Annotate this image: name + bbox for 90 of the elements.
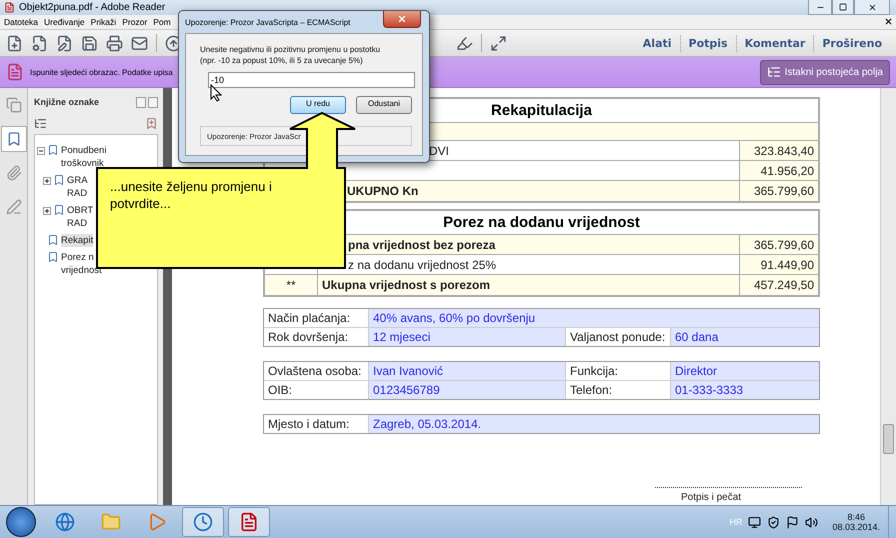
highlight-fields-button[interactable]: Istakni postojeća polja — [760, 60, 890, 84]
globe-icon — [55, 512, 75, 532]
edit-icon[interactable] — [56, 34, 73, 52]
signature-label: Potpis i pečat — [681, 492, 742, 503]
form-field[interactable]: 12 mjeseci — [369, 328, 566, 346]
bookmark-icon — [6, 131, 22, 147]
bookmark-icon — [53, 174, 65, 186]
options-icon[interactable] — [34, 116, 47, 130]
panel-title: Knjižne oznake — [34, 97, 100, 107]
bookmark-item[interactable]: Ponudbeni troškovnik — [61, 144, 106, 170]
close-button[interactable] — [383, 11, 421, 28]
form-field[interactable]: Direktor — [671, 362, 819, 380]
window-title: Objekt2puna.pdf - Adobe Reader — [19, 2, 166, 13]
bookmark-icon — [47, 251, 59, 263]
pages-icon — [6, 97, 22, 113]
bookmark-item[interactable]: GRA RAD — [67, 174, 88, 200]
clock-time: 8:46 — [847, 512, 865, 522]
bookmark-item[interactable]: Porez n vrijednost — [61, 251, 102, 277]
print-icon[interactable] — [106, 34, 123, 52]
paperclip-icon — [6, 165, 22, 181]
save-icon[interactable] — [81, 34, 98, 52]
form-icon — [6, 63, 24, 81]
close-icon — [397, 14, 407, 24]
menu-item[interactable]: Prozor — [122, 17, 148, 27]
file-icon[interactable] — [6, 34, 23, 52]
table-cell: 457.249,50 — [740, 275, 818, 295]
clock-date: 08.03.2014. — [832, 522, 880, 532]
form-field[interactable]: 0123456789 — [369, 381, 566, 399]
callout-text: ...unesite željenu promjenu i potvrdite... — [110, 178, 273, 212]
bookmark-icon — [47, 144, 59, 156]
dialog-title: Upozorenje: Prozor JavaScripta – ECMAScript — [185, 18, 350, 26]
menu-item[interactable]: Prikaži — [90, 17, 116, 27]
table-cell: 323.843,40 — [740, 141, 818, 160]
pdf-icon — [4, 2, 15, 13]
close-button[interactable] — [854, 0, 890, 15]
collapse-button[interactable] — [136, 96, 146, 108]
sidebar-tab[interactable] — [0, 126, 26, 152]
highlighter-icon[interactable] — [456, 34, 473, 52]
close-icon[interactable] — [884, 17, 893, 26]
restore-button[interactable] — [832, 0, 854, 15]
list-icon — [766, 65, 781, 79]
menu-item[interactable]: Pom — [153, 17, 171, 27]
bookmark-icon — [53, 204, 65, 216]
form-field[interactable]: Ivan Ivanović — [369, 362, 566, 380]
table-cell: Ukupna vrijednost s porezom — [318, 275, 740, 295]
pen-icon — [6, 199, 22, 215]
table-cell: 41.956,20 — [740, 161, 818, 180]
toolbar-tab[interactable]: Prošireno — [813, 34, 890, 52]
mail-icon[interactable] — [131, 34, 148, 52]
collapse-icon[interactable] — [37, 147, 45, 155]
file-icon[interactable] — [31, 34, 48, 52]
form-message: Ispunite sljedeći obrazac. Podatke upisa — [30, 68, 173, 76]
arrow-button[interactable] — [148, 96, 158, 108]
expand-icon[interactable] — [43, 177, 51, 185]
form-field[interactable]: 60 dana — [671, 328, 819, 346]
toolbar-tab[interactable]: Alati — [634, 34, 680, 52]
scrollbar[interactable] — [880, 88, 896, 505]
close-icon — [868, 2, 876, 12]
flag-icon[interactable] — [786, 516, 800, 528]
form-field[interactable]: 01-333-3333 — [671, 381, 819, 399]
expand-icon[interactable] — [43, 207, 51, 215]
expand-icon[interactable] — [490, 34, 507, 52]
form-field[interactable]: 40% avans, 60% po dovršenju — [369, 309, 819, 327]
taskbar-app[interactable] — [182, 507, 224, 537]
taskbar-app[interactable] — [228, 507, 270, 537]
table-cell: ** — [265, 275, 318, 295]
cursor-icon — [210, 84, 222, 102]
bookmark-icon — [47, 234, 59, 246]
dialog-message: Unesite negativnu ili pozitivnu promjenu u postotku (npr. -10 za popust 10%, ili 5 za uvecanje 5%) — [200, 44, 382, 66]
document-icon — [239, 512, 259, 532]
volume-icon[interactable] — [805, 516, 818, 528]
cancel-button[interactable]: Odustani — [356, 96, 412, 114]
toolbar-tab[interactable]: Potpis — [680, 34, 736, 52]
table-cell: 365.799,60 — [740, 181, 818, 201]
folder-icon — [101, 512, 121, 532]
bookmark-item[interactable]: Rekapit — [61, 234, 94, 247]
table-cell: 91.449,90 — [740, 255, 818, 274]
ok-button[interactable]: U redu — [290, 96, 346, 114]
table-cell: 365.799,60 — [740, 235, 818, 254]
new-bookmark-icon[interactable] — [145, 116, 158, 130]
bookmark-item[interactable]: OBRT RAD — [67, 204, 94, 230]
menu-item[interactable]: Uređivanje — [44, 17, 85, 27]
shield-icon[interactable] — [767, 516, 780, 528]
menu-item[interactable]: Datoteka — [4, 17, 38, 27]
toolbar-tab[interactable]: Komentar — [736, 34, 814, 52]
input-field[interactable]: -10 — [208, 72, 415, 88]
restore-icon — [839, 3, 847, 11]
clock-icon — [193, 512, 213, 532]
start-button[interactable] — [6, 507, 36, 537]
monitor-icon[interactable] — [748, 516, 762, 528]
